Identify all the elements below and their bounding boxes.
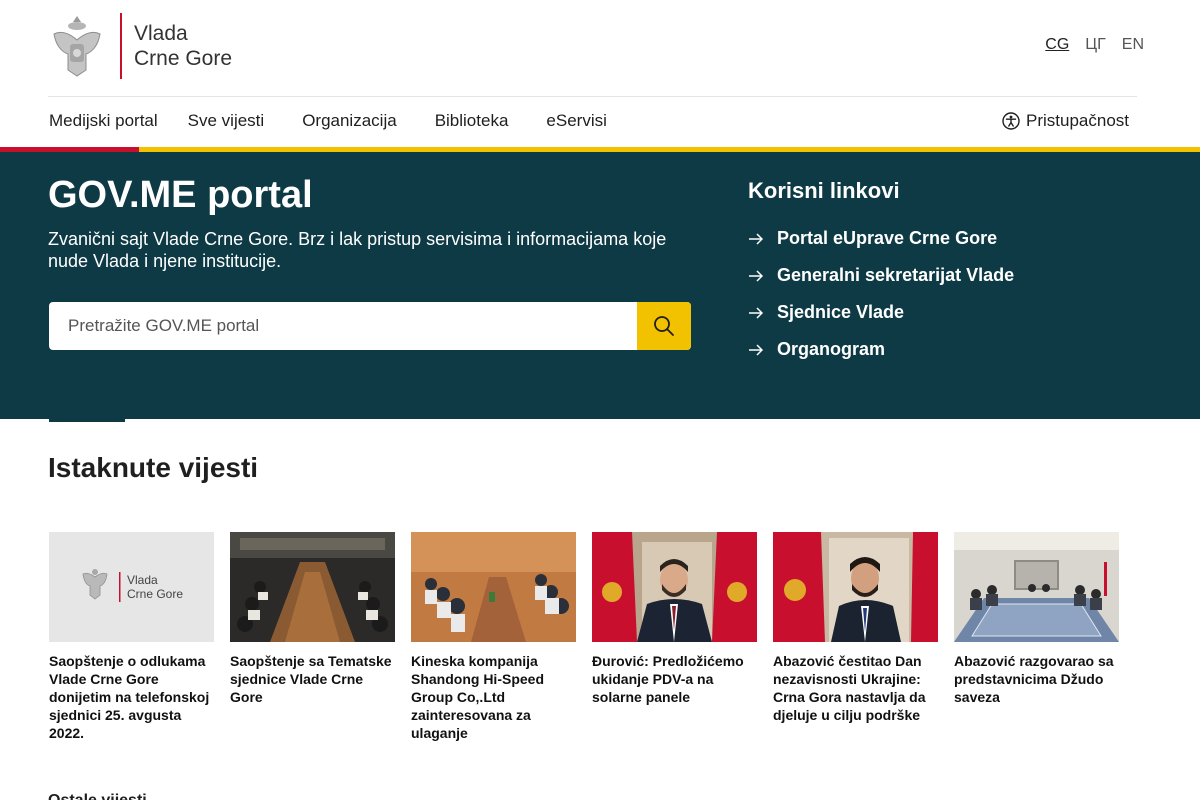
news-caption: Đurović: Predložićemo ukidanje PDV-a na … [592, 653, 744, 705]
lang-cyrillic[interactable]: ЦГ [1085, 36, 1106, 54]
news-thumbnail [592, 532, 757, 642]
nav-item-eservices[interactable]: eServisi [546, 111, 606, 131]
meeting-photo [411, 532, 576, 642]
search-icon [654, 316, 674, 336]
news-thumbnail [954, 532, 1119, 642]
logo-divider [120, 13, 122, 79]
search-bar [49, 302, 691, 350]
news-card[interactable]: Abazović čestitao Dan nezavisnosti Ukraj… [773, 532, 938, 742]
news-card[interactable]: Kineska kompanija Shandong Hi-Speed Grou… [411, 532, 576, 742]
useful-links-list: Portal eUprave Crne Gore Generalni sekre… [748, 220, 1014, 368]
section-indicator [49, 419, 125, 422]
lang-cg[interactable]: CG [1045, 36, 1069, 54]
news-thumbnail: Vlada Crne Gore [49, 532, 214, 642]
placeholder-logo-line2: Crne Gore [127, 587, 183, 601]
useful-link-secretariat[interactable]: Generalni sekretarijat Vlade [748, 257, 1014, 294]
useful-links-title: Korisni linkovi [748, 178, 900, 203]
lang-en[interactable]: EN [1122, 36, 1144, 54]
news-card[interactable]: Abazović razgovarao sa predstavnicima Dž… [954, 532, 1119, 742]
featured-news-list: Vlada Crne Gore Saopštenje o odlukama Vl… [49, 532, 1119, 742]
useful-link-euprava[interactable]: Portal eUprave Crne Gore [748, 220, 1014, 257]
news-thumbnail [773, 532, 938, 642]
news-thumbnail [230, 532, 395, 642]
coat-of-arms-icon [53, 16, 101, 77]
portrait-photo [592, 532, 757, 642]
arrow-right-icon [749, 232, 764, 245]
logo-line1: Vlada [134, 22, 188, 45]
meeting-photo [954, 532, 1119, 642]
news-caption: Kineska kompanija Shandong Hi-Speed Grou… [411, 653, 544, 741]
accessibility-button[interactable]: Pristupačnost [1002, 111, 1129, 131]
portrait-photo [773, 532, 938, 642]
placeholder-logo-image: Vlada Crne Gore [49, 532, 214, 642]
news-card[interactable]: Đurović: Predložićemo ukidanje PDV-a na … [592, 532, 757, 742]
useful-link-sessions[interactable]: Sjednice Vlade [748, 294, 1014, 331]
news-card[interactable]: Saopštenje sa Tematske sjednice Vlade Cr… [230, 532, 395, 742]
hero-section: GOV.ME portal Zvanični sajt Vlade Crne G… [0, 152, 1200, 419]
accessibility-label: Pristupačnost [1026, 111, 1129, 130]
logo-line2: Crne Gore [134, 47, 233, 70]
news-card[interactable]: Vlada Crne Gore Saopštenje o odlukama Vl… [49, 532, 214, 742]
site-logo[interactable]: Vlada Crne Gore [48, 12, 232, 80]
arrow-right-icon [749, 306, 764, 319]
placeholder-logo-line1: Vlada [127, 573, 158, 587]
main-nav: Medijski portal Sve vijesti Organizacija… [0, 97, 1200, 147]
useful-link-label: Organogram [777, 339, 886, 359]
site-header: Vlada Crne Gore CG ЦГ EN [0, 0, 1200, 97]
nav-item-media-portal[interactable]: Medijski portal [49, 111, 158, 131]
news-caption: Saopštenje sa Tematske sjednice Vlade Cr… [230, 653, 392, 705]
hero-title: GOV.ME portal [48, 174, 313, 216]
meeting-photo [230, 532, 395, 642]
nav-item-organization[interactable]: Organizacija [302, 111, 397, 131]
news-thumbnail [411, 532, 576, 642]
arrow-right-icon [749, 269, 764, 282]
search-input[interactable] [49, 302, 637, 350]
useful-link-label: Generalni sekretarijat Vlade [777, 265, 1015, 285]
useful-link-label: Sjednice Vlade [777, 302, 905, 322]
useful-link-organogram[interactable]: Organogram [748, 331, 1014, 368]
useful-link-label: Portal eUprave Crne Gore [777, 228, 998, 248]
news-caption: Abazović čestitao Dan nezavisnosti Ukraj… [773, 653, 926, 723]
news-caption: Abazović razgovarao sa predstavnicima Dž… [954, 653, 1114, 705]
more-news-title: Ostale vijesti [48, 792, 147, 800]
arrow-right-icon [749, 343, 764, 356]
nav-item-all-news[interactable]: Sve vijesti [188, 111, 265, 131]
search-button[interactable] [637, 302, 691, 350]
accessibility-icon [1002, 112, 1020, 130]
hero-description: Zvanični sajt Vlade Crne Gore. Brz i lak… [48, 229, 667, 271]
news-caption: Saopštenje o odlukama Vlade Crne Gore do… [49, 653, 210, 741]
language-switcher: CG ЦГ EN [1045, 36, 1144, 54]
logo-text: Vlada Crne Gore [134, 21, 232, 71]
featured-news-title: Istaknute vijesti [48, 452, 259, 483]
nav-item-library[interactable]: Biblioteka [435, 111, 509, 131]
